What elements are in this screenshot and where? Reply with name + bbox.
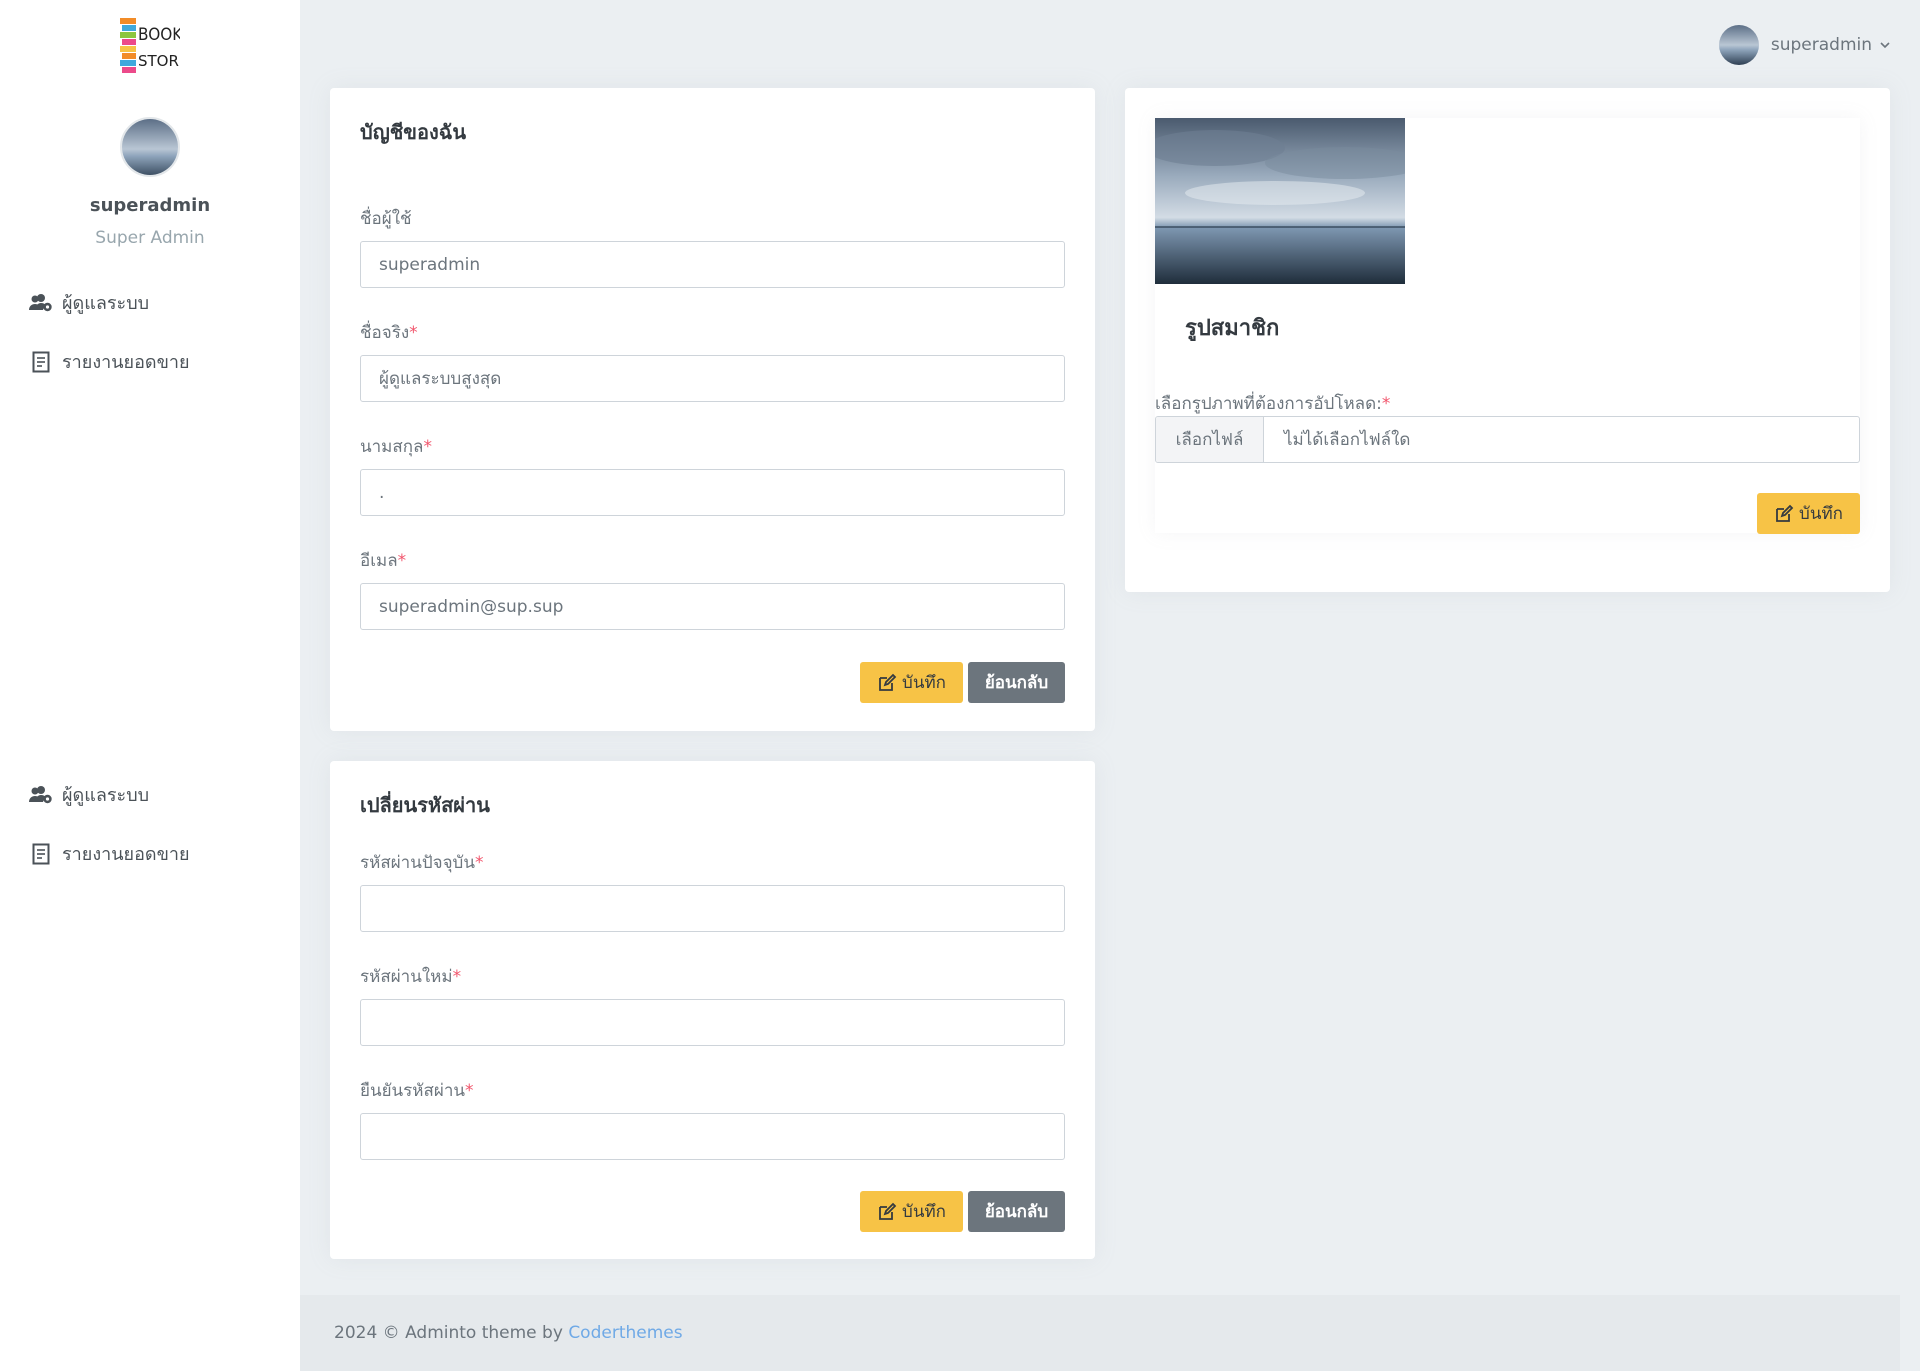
sidebar-item-label: รายงานยอดขาย (62, 844, 190, 865)
sidebar-avatar (120, 117, 180, 177)
password-save-button[interactable]: บันทึก (860, 1191, 963, 1232)
sidebar-item-admins[interactable]: ผู้ดูแลระบบ (28, 273, 190, 332)
sidebar-role: Super Admin (95, 228, 205, 248)
profile-picture-card: รูปสมาชิก เลือกรูปภาพที่ต้องการอัปโหลด:*… (1125, 88, 1890, 592)
logo-text-book: BOOK (138, 25, 180, 45)
confirm-password-input[interactable] (360, 1113, 1065, 1160)
email-input[interactable]: superadmin@sup.sup (360, 583, 1065, 630)
confirm-password-label: ยืนยันรหัสผ่าน* (360, 1081, 474, 1101)
footer-link[interactable]: Coderthemes (568, 1323, 682, 1343)
password-back-button[interactable]: ย้อนกลับ (968, 1191, 1065, 1232)
footer-text: 2024 © Adminto theme by Coderthemes (334, 1323, 683, 1343)
footer: 2024 © Adminto theme by Coderthemes (300, 1295, 1900, 1371)
sidebar-item-sales-report[interactable]: รายงานยอดขาย (28, 332, 190, 391)
firstname-input[interactable]: ผู้ดูแลระบบสูงสุด (360, 355, 1065, 402)
topbar-user-dropdown[interactable]: superadmin (1718, 25, 1890, 65)
lastname-label: นามสกุล* (360, 437, 432, 457)
chevron-down-icon (1880, 39, 1890, 52)
sidebar-item-admins[interactable]: ผู้ดูแลระบบ (28, 765, 190, 824)
bookstore-logo[interactable]: BOOK STORE (120, 16, 188, 74)
picture-save-button[interactable]: บันทึก (1757, 493, 1860, 534)
users-cog-icon (28, 290, 54, 316)
upload-label: เลือกรูปภาพที่ต้องการอัปโหลด:* (1155, 394, 1391, 414)
firstname-label: ชื่อจริง* (360, 323, 418, 343)
file-status-text: ไม่ได้เลือกไฟล์ใด (1284, 430, 1411, 450)
sidebar-item-sales-report[interactable]: รายงานยอดขาย (28, 824, 190, 883)
topbar-username: superadmin (1770, 35, 1872, 55)
new-password-input[interactable] (360, 999, 1065, 1046)
receipt-icon (28, 841, 54, 867)
file-upload-input[interactable]: เลือกไฟล์ ไม่ได้เลือกไฟล์ใด (1155, 416, 1860, 463)
password-card-title: เปลี่ยนรหัสผ่าน (360, 793, 490, 817)
edit-icon (877, 1202, 897, 1222)
sidebar-menu-top: ผู้ดูแลระบบ รายงานยอดขาย (28, 273, 190, 391)
username-input[interactable]: superadmin (360, 241, 1065, 288)
profile-picture-image (1155, 118, 1405, 284)
sidebar-menu-bottom: ผู้ดูแลระบบ รายงานยอดขาย (28, 765, 190, 883)
users-cog-icon (28, 782, 54, 808)
current-password-label: รหัสผ่านปัจจุบัน* (360, 853, 484, 873)
account-card-title: บัญชีของฉัน (360, 120, 467, 144)
edit-icon (1774, 504, 1794, 524)
logo-text-store: STORE (138, 52, 180, 70)
email-label: อีเมล* (360, 551, 407, 571)
account-card: บัญชีของฉัน ชื่อผู้ใช้ superadmin ชื่อจร… (330, 88, 1095, 731)
profile-picture-title: รูปสมาชิก (1185, 316, 1280, 341)
account-save-button[interactable]: บันทึก (860, 662, 963, 703)
new-password-label: รหัสผ่านใหม่* (360, 967, 462, 987)
username-label: ชื่อผู้ใช้ (360, 209, 412, 229)
sidebar: BOOK STORE superadmin Super Admin ผู้ดูแ… (0, 0, 300, 1371)
sidebar-username: superadmin (89, 195, 211, 216)
topbar-avatar (1718, 25, 1759, 65)
password-card: เปลี่ยนรหัสผ่าน รหัสผ่านปัจจุบัน* รหัสผ่… (330, 761, 1095, 1259)
receipt-icon (28, 349, 54, 375)
sidebar-item-label: ผู้ดูแลระบบ (62, 785, 150, 806)
choose-file-button[interactable]: เลือกไฟล์ (1156, 417, 1264, 462)
lastname-input[interactable]: . (360, 469, 1065, 516)
sidebar-item-label: ผู้ดูแลระบบ (62, 293, 150, 314)
current-password-input[interactable] (360, 885, 1065, 932)
edit-icon (877, 673, 897, 693)
account-back-button[interactable]: ย้อนกลับ (968, 662, 1065, 703)
sidebar-item-label: รายงานยอดขาย (62, 352, 190, 373)
